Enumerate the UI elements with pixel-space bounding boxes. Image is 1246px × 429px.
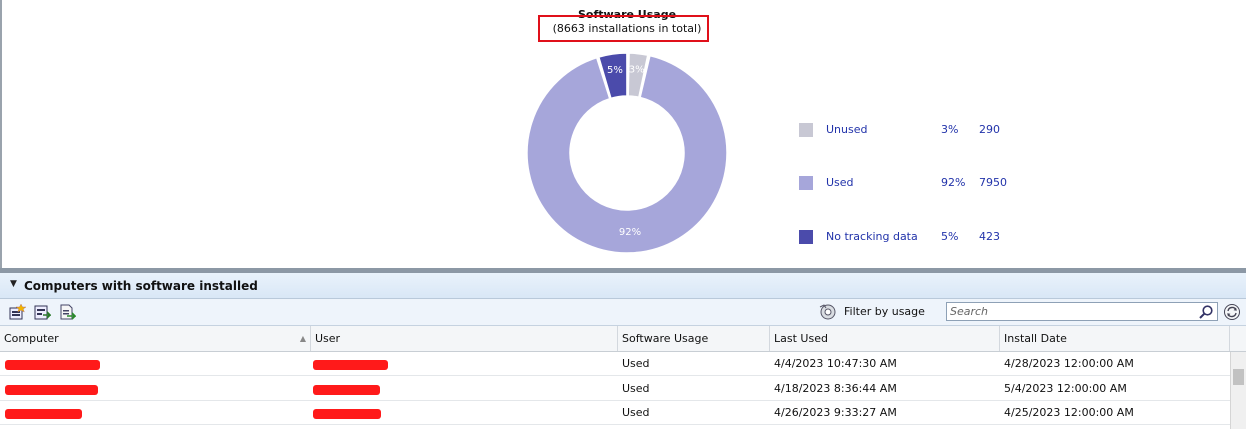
collapse-triangle-icon[interactable]: ▼ <box>10 279 17 289</box>
redacted-computer-name <box>5 385 98 395</box>
legend-percent: 92% <box>941 176 966 189</box>
filter-usage-icon[interactable] <box>818 303 838 321</box>
search-icon[interactable] <box>1198 304 1214 320</box>
column-header-label: Last Used <box>774 332 828 345</box>
search-input[interactable] <box>950 304 1190 319</box>
vertical-scrollbar[interactable] <box>1230 352 1246 429</box>
redacted-user-name <box>313 385 380 395</box>
report-icon[interactable] <box>58 303 76 321</box>
redacted-computer-name <box>5 360 100 370</box>
filter-by-usage-button[interactable]: Filter by usage <box>844 305 925 318</box>
table-row[interactable]: Used 4/26/2023 9:33:27 AM 4/25/2023 12:0… <box>0 401 1230 425</box>
grid-header: Computer ▲ User Software Usage Last Used… <box>0 326 1246 352</box>
last-used-cell: 4/26/2023 9:33:27 AM <box>774 406 897 419</box>
export-icon[interactable] <box>33 303 51 321</box>
legend-label: Used <box>826 176 854 189</box>
section-title: Computers with software installed <box>24 279 258 293</box>
usage-cell: Used <box>622 357 650 370</box>
donut-slice-label: 92% <box>619 227 641 238</box>
legend-swatch <box>799 230 813 244</box>
donut-slice-label: 3% <box>629 65 645 76</box>
legend-label: Unused <box>826 123 868 136</box>
last-used-cell: 4/4/2023 10:47:30 AM <box>774 357 897 370</box>
section-header[interactable]: ▼ Computers with software installed <box>0 273 1246 299</box>
column-header-label: Computer <box>4 332 59 345</box>
redacted-user-name <box>313 360 388 370</box>
install-date-cell: 4/28/2023 12:00:00 AM <box>1004 357 1134 370</box>
grid-toolbar: Filter by usage <box>0 299 1246 326</box>
redacted-user-name <box>313 409 381 419</box>
column-header-install-date[interactable]: Install Date <box>1000 326 1230 351</box>
install-date-cell: 4/25/2023 12:00:00 AM <box>1004 406 1134 419</box>
donut-slice-label: 5% <box>607 65 623 76</box>
chart-panel: Software Usage (8663 installations in to… <box>0 0 1246 268</box>
table-row[interactable]: Used 4/18/2023 8:36:44 AM 5/4/2023 12:00… <box>0 377 1230 401</box>
legend-count: 290 <box>979 123 1000 136</box>
column-header-label: User <box>315 332 341 345</box>
legend-label: No tracking data <box>826 230 918 243</box>
refresh-icon[interactable] <box>1223 303 1241 321</box>
usage-cell: Used <box>622 406 650 419</box>
legend-swatch <box>799 176 813 190</box>
redacted-computer-name <box>5 409 82 419</box>
legend-count: 423 <box>979 230 1000 243</box>
legend-swatch <box>799 123 813 137</box>
install-date-cell: 5/4/2023 12:00:00 AM <box>1004 382 1127 395</box>
annotation-highlight-box <box>538 15 709 42</box>
search-box[interactable] <box>946 302 1218 321</box>
scrollbar-thumb[interactable] <box>1233 369 1244 385</box>
column-header-software-usage[interactable]: Software Usage <box>618 326 770 351</box>
legend-percent: 5% <box>941 230 959 243</box>
table-row[interactable]: Used 4/4/2023 10:47:30 AM 4/28/2023 12:0… <box>0 352 1230 376</box>
legend-percent: 3% <box>941 123 959 136</box>
usage-cell: Used <box>622 382 650 395</box>
column-header-user[interactable]: User <box>311 326 618 351</box>
column-header-computer[interactable]: Computer ▲ <box>0 326 311 351</box>
last-used-cell: 4/18/2023 8:36:44 AM <box>774 382 897 395</box>
usage-donut-chart: 3% 92% 5% <box>526 52 728 254</box>
column-header-label: Software Usage <box>622 332 709 345</box>
sort-ascending-icon: ▲ <box>299 334 306 343</box>
add-to-list-icon[interactable] <box>8 303 26 321</box>
column-header-label: Install Date <box>1004 332 1067 345</box>
legend-count: 7950 <box>979 176 1007 189</box>
column-header-last-used[interactable]: Last Used <box>770 326 1000 351</box>
